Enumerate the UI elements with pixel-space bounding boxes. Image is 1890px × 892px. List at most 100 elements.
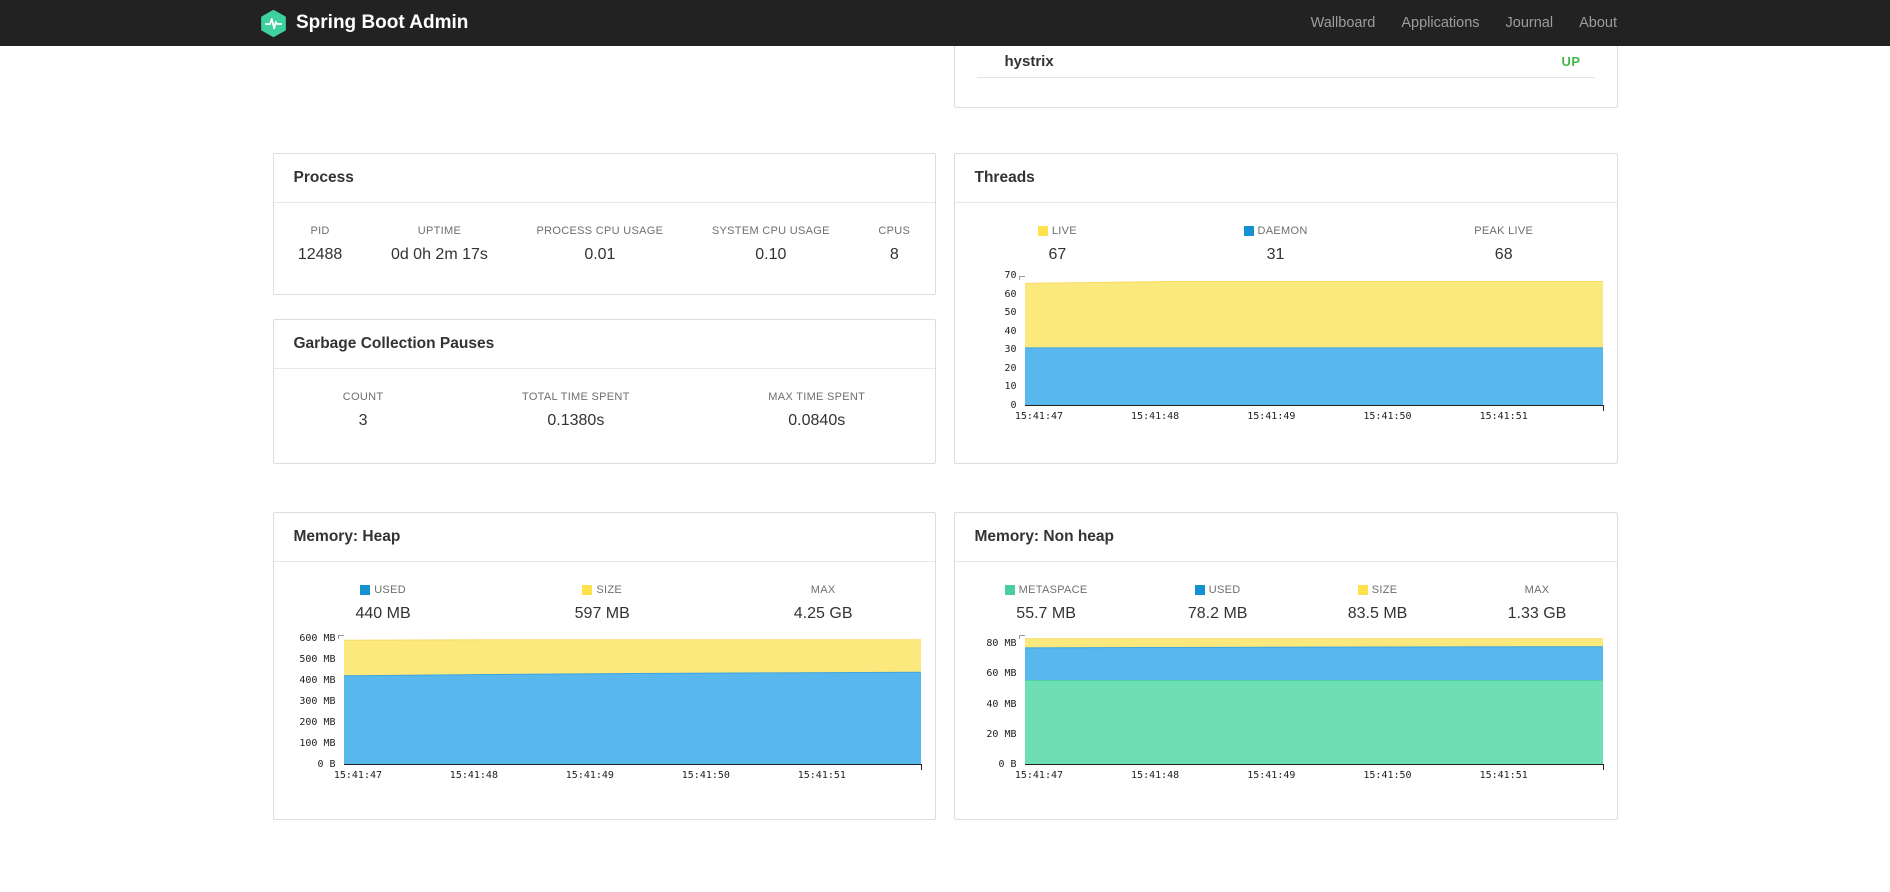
process-card-title: Process [273, 154, 935, 203]
stat-label: COUNT [342, 391, 384, 403]
left-column: Process PID 12488 UPTIME 0d 0h 2m 17s PR… [272, 46, 936, 820]
stat-gc-max-time: MAX TIME SPENT 0.0840s [768, 391, 865, 430]
memory-nonheap-card: Memory: Non heap METASPACE 55.7 MB USED … [953, 512, 1618, 820]
stat-label: MAX TIME SPENT [768, 391, 866, 403]
application-row[interactable]: hystrix UP [955, 46, 1617, 77]
legend-value: 1.33 GB [1507, 605, 1567, 622]
right-column: hystrix UP Threads LIVE 67 DAEMON 31 PEA… [953, 46, 1618, 820]
nav-links: Wallboard Applications Journal About [1298, 15, 1630, 31]
navbar-inner: Spring Boot Admin Wallboard Applications… [260, 0, 1630, 46]
nav-item-applications[interactable]: Applications [1388, 15, 1492, 31]
legend-label: MAX [794, 584, 853, 596]
threads-legend: LIVE 67 DAEMON 31 PEAK LIVE 68 [955, 203, 1617, 264]
stat-label: UPTIME [417, 225, 462, 237]
stat-cpus: CPUS 8 [878, 225, 910, 264]
live-swatch-icon [1037, 226, 1048, 236]
stat-pid: PID 12488 [298, 225, 343, 264]
stat-uptime: UPTIME 0d 0h 2m 17s [391, 225, 488, 264]
legend-label-text: USED [1208, 584, 1241, 596]
legend-label: LIVE [1037, 225, 1077, 237]
axis-end-tick [1602, 405, 1604, 411]
stat-process-cpu-usage: PROCESS CPU USAGE 0.01 [537, 225, 664, 264]
legend-value: 31 [1266, 246, 1285, 263]
memory-heap-chart: 600 MB 500 MB 400 MB 300 MB 200 MB 100 MB 0 B … [294, 633, 922, 781]
brand-title: Spring Boot Admin [296, 12, 469, 33]
stat-value: 12488 [297, 246, 343, 263]
legend-threads-daemon: DAEMON 31 [1243, 225, 1308, 264]
x-axis: 15:41:47 15:41:48 15:41:49 15:41:50 15:41:51 [333, 770, 846, 781]
gc-stats: COUNT 3 TOTAL TIME SPENT 0.1380s MAX TIM… [274, 369, 935, 430]
legend-label: SIZE [1348, 584, 1408, 596]
size-swatch-icon [1357, 585, 1368, 595]
legend-heap-max: MAX 4.25 GB [794, 584, 853, 623]
navbar: Spring Boot Admin Wallboard Applications… [0, 0, 1890, 46]
legend-label-text: DAEMON [1257, 225, 1308, 237]
legend-label: SIZE [575, 584, 630, 596]
x-axis: 15:41:47 15:41:48 15:41:49 15:41:50 15:41:51 [1014, 770, 1528, 781]
gc-pauses-card-title: Garbage Collection Pauses [273, 320, 935, 369]
legend-value: 597 MB [574, 605, 630, 622]
legend-value: 83.5 MB [1347, 605, 1408, 622]
stat-gc-total-time: TOTAL TIME SPENT 0.1380s [522, 391, 630, 430]
legend-nonheap-size: SIZE 83.5 MB [1348, 584, 1408, 623]
threads-chart: 70 60 50 40 30 20 10 0 15:41:47 15:41:48 15:41:49… [975, 270, 1604, 422]
legend-value: 4.25 GB [793, 605, 853, 622]
legend-heap-size: SIZE 597 MB [575, 584, 630, 623]
x-axis: 15:41:47 15:41:48 15:41:49 15:41:50 15:41:51 [1014, 411, 1528, 422]
legend-nonheap-metaspace: METASPACE 55.7 MB [1004, 584, 1088, 623]
memory-heap-card-title: Memory: Heap [273, 513, 935, 562]
legend-threads-live: LIVE 67 [1037, 225, 1077, 264]
chart-plot-area [1018, 276, 1604, 411]
legend-value: 55.7 MB [1016, 605, 1076, 622]
stat-value: 0.1380s [547, 412, 605, 429]
memory-nonheap-card-title: Memory: Non heap [954, 513, 1617, 562]
legend-label-text: SIZE [1371, 584, 1398, 596]
threads-card: Threads LIVE 67 DAEMON 31 PEAK LIVE 68 7… [953, 153, 1618, 464]
metaspace-swatch-icon [1004, 585, 1015, 595]
stat-value: 0d 0h 2m 17s [390, 246, 488, 263]
nav-item-wallboard[interactable]: Wallboard [1298, 15, 1389, 31]
legend-label-text: SIZE [596, 584, 623, 596]
stat-label: SYSTEM CPU USAGE [711, 225, 830, 237]
axis-end-tick [1602, 764, 1604, 770]
gc-pauses-card: Garbage Collection Pauses COUNT 3 TOTAL … [272, 319, 936, 464]
legend-label-text: LIVE [1051, 225, 1077, 237]
chart-plot-area [1018, 635, 1604, 770]
status-badge: UP [1561, 54, 1581, 69]
y-axis: 70 60 50 40 30 20 10 0 [1004, 270, 1017, 411]
stat-value: 3 [358, 412, 368, 429]
legend-nonheap-used: USED 78.2 MB [1188, 584, 1248, 623]
legend-value: 78.2 MB [1187, 605, 1248, 622]
stat-label: PROCESS CPU USAGE [536, 225, 664, 237]
legend-label-text: USED [374, 584, 406, 596]
stat-value: 0.01 [584, 246, 616, 263]
nav-item-about[interactable]: About [1566, 15, 1630, 31]
application-status-card: hystrix UP [953, 46, 1618, 108]
y-axis: 600 MB 500 MB 400 MB 300 MB 200 MB 100 MB 0 B [299, 633, 336, 770]
stat-value: 8 [889, 246, 899, 263]
legend-threads-peak-live: PEAK LIVE 68 [1474, 225, 1533, 264]
chart-plot-area [337, 635, 922, 770]
legend-heap-used: USED 440 MB [356, 584, 411, 623]
threads-card-title: Threads [954, 154, 1617, 203]
legend-value: 440 MB [355, 605, 411, 622]
brand-link[interactable]: Spring Boot Admin [260, 9, 469, 37]
main-content: Process PID 12488 UPTIME 0d 0h 2m 17s PR… [272, 46, 1618, 820]
legend-label-text: MAX [1524, 584, 1550, 596]
application-name: hystrix [1004, 53, 1054, 70]
process-card: Process PID 12488 UPTIME 0d 0h 2m 17s PR… [272, 153, 936, 295]
stat-label: CPUS [878, 225, 911, 237]
nav-item-journal[interactable]: Journal [1493, 15, 1567, 31]
used-swatch-icon [1194, 585, 1205, 595]
daemon-swatch-icon [1243, 226, 1254, 236]
stat-value: 0.0840s [788, 412, 846, 429]
stat-label: TOTAL TIME SPENT [522, 391, 630, 403]
spring-boot-admin-logo-icon [261, 9, 286, 37]
axis-corner-tick [1018, 635, 1025, 639]
stat-system-cpu-usage: SYSTEM CPU USAGE 0.10 [712, 225, 830, 264]
legend-label-text: METASPACE [1018, 584, 1088, 596]
legend-label: MAX [1508, 584, 1567, 596]
memory-heap-legend: USED 440 MB SIZE 597 MB MAX 4.25 GB [274, 562, 935, 623]
legend-nonheap-max: MAX 1.33 GB [1508, 584, 1567, 623]
memory-nonheap-chart: 80 MB 60 MB 40 MB 20 MB 0 B 15:41:47 15:41:48… [975, 635, 1604, 781]
